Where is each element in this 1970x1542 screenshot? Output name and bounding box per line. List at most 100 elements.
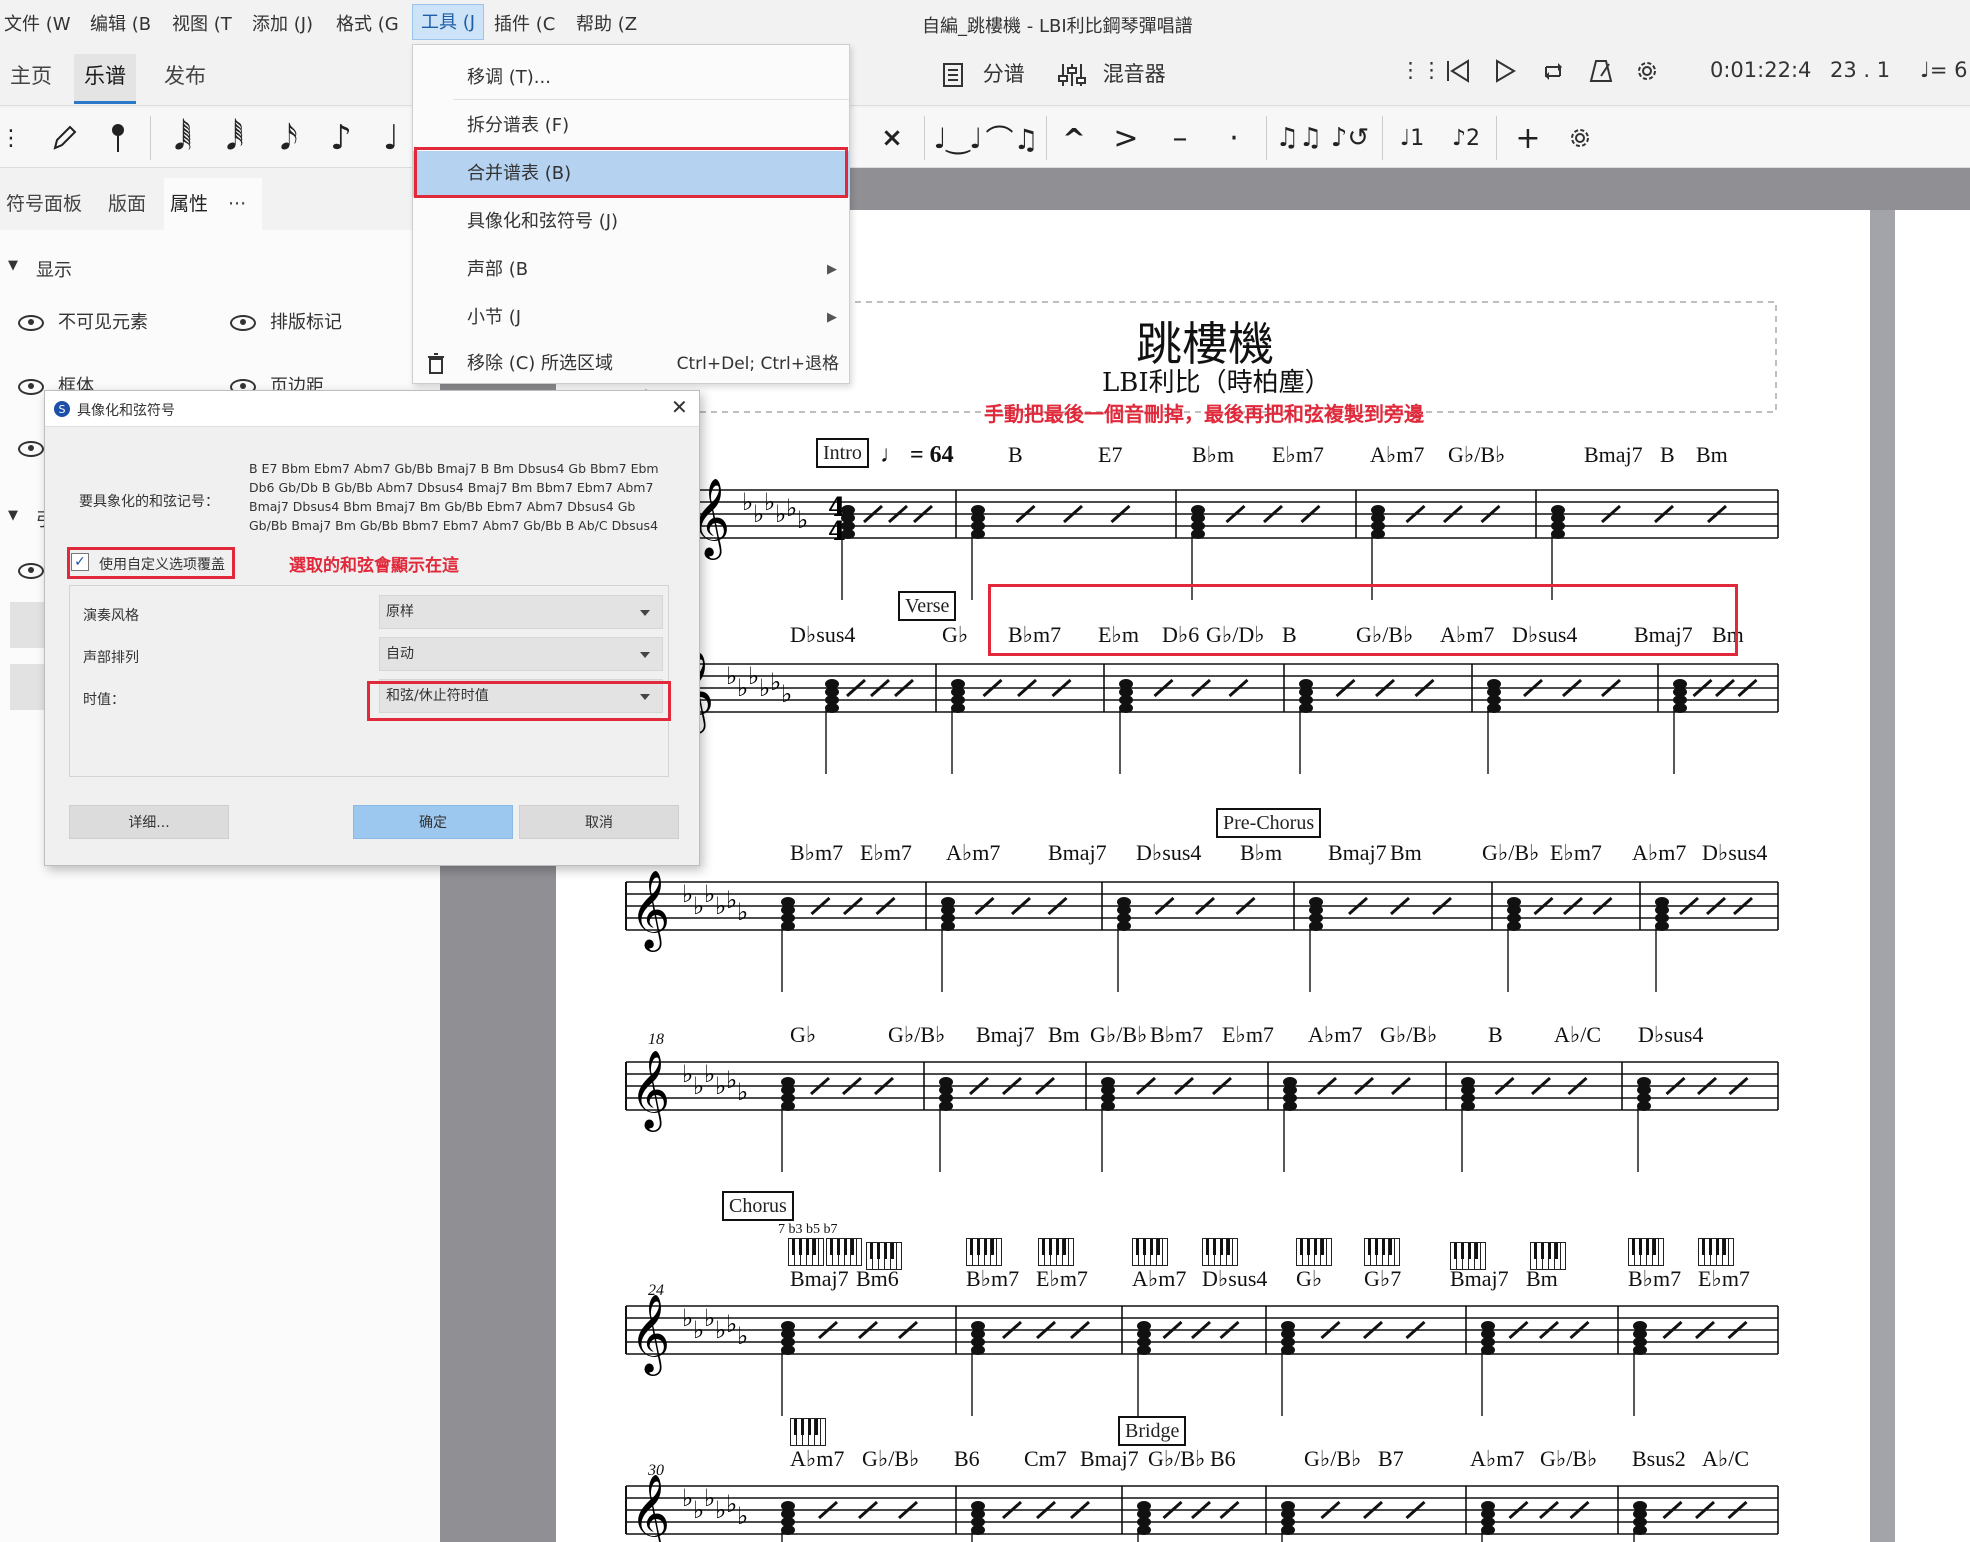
toolbar-settings-button[interactable] bbox=[1560, 118, 1600, 158]
delete-note-icon[interactable]: × bbox=[872, 118, 912, 158]
rehearsal-chorus[interactable]: Chorus bbox=[722, 1191, 794, 1221]
chord-symbol[interactable]: G♭ bbox=[1296, 1266, 1322, 1292]
chord-symbol[interactable]: G♭/B♭ bbox=[1304, 1446, 1361, 1472]
chord-symbol[interactable]: G♭/B♭ bbox=[888, 1022, 945, 1048]
tie-icon[interactable]: ♩‿♩ bbox=[934, 118, 983, 158]
chord-symbol[interactable]: D♭sus4 bbox=[1638, 1022, 1703, 1048]
menu-item-remove-selection[interactable]: 移除 (C) 所选区域 Ctrl+Del; Ctrl+退格 bbox=[413, 341, 849, 387]
voice-1-icon[interactable]: ♩1 bbox=[1392, 118, 1432, 158]
chord-symbol[interactable]: B bbox=[1488, 1022, 1503, 1048]
chord-symbol[interactable]: Bmaj7 bbox=[790, 1266, 849, 1292]
chord-symbol[interactable]: Bmaj7 bbox=[1328, 840, 1387, 866]
chord-symbol[interactable]: Bsus2 bbox=[1632, 1446, 1686, 1472]
play-button[interactable] bbox=[1492, 58, 1518, 84]
chord-symbol[interactable]: Bm bbox=[1390, 840, 1422, 866]
chord-symbol[interactable]: Bm bbox=[1048, 1022, 1080, 1048]
chord-symbol[interactable]: B6 bbox=[954, 1446, 980, 1472]
chord-symbol[interactable]: B♭m7 bbox=[966, 1266, 1019, 1292]
score-page-next[interactable] bbox=[1895, 210, 1970, 1542]
chord-symbol[interactable]: A♭m7 bbox=[1370, 442, 1424, 468]
chord-symbol[interactable]: Bmaj7 bbox=[976, 1022, 1035, 1048]
slur-icon[interactable]: ⌒♫ bbox=[985, 118, 1038, 158]
voicing-select[interactable]: 自动 bbox=[379, 637, 663, 671]
accent-icon[interactable]: > bbox=[1106, 118, 1146, 158]
score-subtitle[interactable]: LBI利比（時柏塵） bbox=[1102, 362, 1331, 399]
menu-add[interactable]: 添加 (J) bbox=[252, 10, 313, 36]
eighth-note-icon[interactable]: ♪ bbox=[320, 118, 362, 158]
chord-symbol[interactable]: G♭ bbox=[942, 622, 968, 648]
loop-button[interactable] bbox=[1540, 58, 1568, 84]
chord-symbol[interactable]: A♭/C bbox=[1554, 1022, 1601, 1048]
formatting-toggle[interactable]: 排版标记 bbox=[230, 308, 342, 334]
chord-symbol[interactable]: Cm7 bbox=[1024, 1446, 1067, 1472]
more-menu-icon[interactable]: ··· bbox=[222, 178, 252, 230]
menu-tools[interactable]: 工具 (J bbox=[412, 4, 485, 40]
menu-view[interactable]: 视图 (T bbox=[172, 10, 232, 36]
chord-symbol[interactable]: A♭/C bbox=[1702, 1446, 1749, 1472]
chord-symbol[interactable]: G♭ bbox=[790, 1022, 816, 1048]
flip-direction-icon[interactable]: ♪↺ bbox=[1330, 118, 1370, 158]
invisible-toggle[interactable]: 不可见元素 bbox=[18, 308, 148, 334]
rewind-button[interactable] bbox=[1444, 58, 1472, 84]
style-select[interactable]: 原样 bbox=[379, 595, 663, 629]
close-icon[interactable]: ✕ bbox=[671, 395, 688, 419]
menu-item-measures[interactable]: 小节 (J ▶ bbox=[413, 295, 849, 341]
menu-format[interactable]: 格式 (G bbox=[336, 10, 399, 36]
cancel-button[interactable]: 取消 bbox=[519, 805, 679, 839]
chord-symbol[interactable]: G♭/B♭ bbox=[1148, 1446, 1205, 1472]
collapse-arrow-icon[interactable]: ▼ bbox=[8, 258, 18, 273]
chord-symbol[interactable]: B♭m bbox=[1192, 442, 1234, 468]
drag-handle-icon[interactable]: ⋮⋮ bbox=[1400, 58, 1442, 82]
collapse-arrow-icon[interactable]: ▼ bbox=[8, 508, 18, 523]
menu-file[interactable]: 文件 (W bbox=[4, 10, 71, 36]
marcato-icon[interactable]: ^ bbox=[1054, 118, 1094, 158]
chord-symbol[interactable]: E♭m7 bbox=[1036, 1266, 1088, 1292]
64th-note-icon[interactable]: 𝅘𝅥𝅲 bbox=[162, 118, 204, 158]
chord-symbol[interactable]: D♭sus4 bbox=[1202, 1266, 1267, 1292]
color-swatch[interactable] bbox=[10, 602, 46, 648]
chord-symbol[interactable]: B bbox=[1008, 442, 1023, 468]
menu-help[interactable]: 帮助 (Z bbox=[576, 10, 637, 36]
drag-handle-icon[interactable]: ⋮ bbox=[0, 118, 22, 158]
chord-symbol[interactable]: G♭/B♭ bbox=[1482, 840, 1539, 866]
chord-symbol[interactable]: G♭/B♭ bbox=[1448, 442, 1505, 468]
tab-home[interactable]: 主页 bbox=[0, 54, 62, 104]
mixer-button[interactable]: 混音器 bbox=[1058, 58, 1166, 88]
chord-symbol[interactable]: B♭m7 bbox=[790, 840, 843, 866]
menu-item-split-staff[interactable]: 拆分谱表 (F) bbox=[413, 103, 849, 149]
input-mode-button[interactable] bbox=[98, 118, 138, 158]
chord-symbol[interactable]: E♭m7 bbox=[1272, 442, 1324, 468]
chord-symbol[interactable]: E♭m7 bbox=[1222, 1022, 1274, 1048]
chord-symbol[interactable]: D♭sus4 bbox=[1136, 840, 1201, 866]
rehearsal-prechorus[interactable]: Pre-Chorus bbox=[1216, 808, 1322, 838]
chord-symbol[interactable]: E7 bbox=[1098, 442, 1122, 468]
quarter-note-icon[interactable]: ♩ bbox=[376, 118, 406, 158]
chord-symbol[interactable]: B♭m7 bbox=[1150, 1022, 1203, 1048]
ok-button[interactable]: 确定 bbox=[353, 805, 513, 839]
voice-2-icon[interactable]: ♪2 bbox=[1446, 118, 1486, 158]
tab-score[interactable]: 乐谱 bbox=[74, 54, 136, 104]
chord-symbol[interactable]: G♭/B♭ bbox=[862, 1446, 919, 1472]
tenuto-icon[interactable]: – bbox=[1160, 118, 1200, 158]
chord-symbol[interactable]: Bmaj7 bbox=[1584, 442, 1643, 468]
tempo-marking[interactable]: ♩ = 64 bbox=[880, 442, 954, 469]
section-display[interactable]: 显示 bbox=[36, 256, 72, 282]
chord-symbol[interactable]: B6 bbox=[1210, 1446, 1236, 1472]
tab-publish[interactable]: 发布 bbox=[154, 54, 216, 104]
chord-symbol[interactable]: Bmaj7 bbox=[1080, 1446, 1139, 1472]
chord-symbol[interactable]: Bm bbox=[1696, 442, 1728, 468]
chord-symbol[interactable]: G♭7 bbox=[1364, 1266, 1401, 1292]
menu-item-transpose[interactable]: 移调 (T)... bbox=[413, 55, 849, 101]
32nd-note-icon[interactable]: 𝅘𝅥𝅱 bbox=[214, 118, 256, 158]
menu-item-realize-chords[interactable]: 具像化和弦符号 (J) bbox=[413, 199, 849, 245]
staccato-icon[interactable]: · bbox=[1214, 118, 1254, 158]
rehearsal-bridge[interactable]: Bridge bbox=[1118, 1416, 1187, 1446]
chord-symbol[interactable]: A♭m7 bbox=[1632, 840, 1686, 866]
tab-palettes[interactable]: 符号面板 bbox=[0, 178, 88, 230]
chord-symbol[interactable]: E♭m7 bbox=[1550, 840, 1602, 866]
details-button[interactable]: 详细... bbox=[69, 805, 229, 839]
metronome-button[interactable] bbox=[1588, 58, 1614, 84]
rehearsal-verse[interactable]: Verse bbox=[898, 591, 957, 621]
16th-note-icon[interactable]: 𝅘𝅥𝅯 bbox=[268, 118, 310, 158]
chord-symbol[interactable]: E♭m7 bbox=[860, 840, 912, 866]
